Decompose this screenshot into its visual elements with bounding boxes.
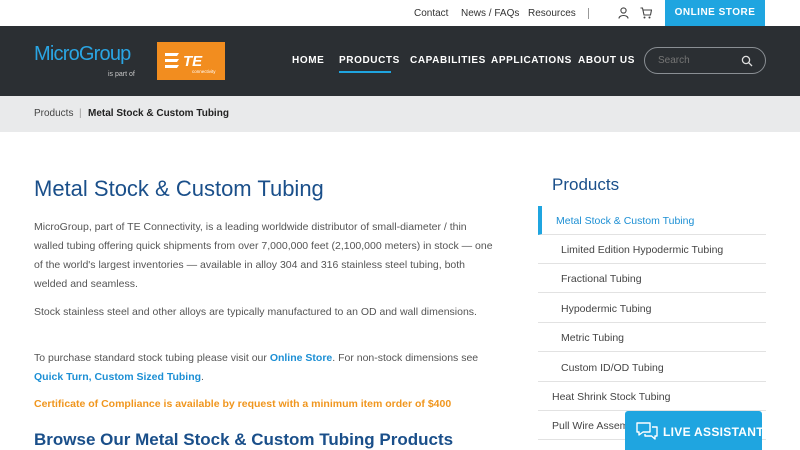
purchase-paragraph: To purchase standard stock tubing please… xyxy=(34,349,494,387)
nav-home[interactable]: HOME xyxy=(292,55,324,66)
nav-about-us[interactable]: ABOUT US xyxy=(578,55,635,66)
purchase-text-2: . For non-stock dimensions see xyxy=(332,352,479,364)
sidebar-item-label: Limited Edition Hypodermic Tubing xyxy=(561,244,724,256)
sidebar-item-heat-shrink[interactable]: Heat Shrink Stock Tubing xyxy=(538,382,766,411)
intro-paragraph: MicroGroup, part of TE Connectivity, is … xyxy=(34,221,493,290)
utility-bar: Contact News / FAQs Resources ONLINE STO… xyxy=(0,0,800,26)
purchase-text-3: . xyxy=(201,371,204,383)
te-mark: TE xyxy=(183,53,203,70)
te-sub: connectivity xyxy=(192,69,216,74)
live-assistant-label: LIVE ASSISTANT xyxy=(663,425,764,439)
utility-divider xyxy=(588,8,589,19)
nav-active-indicator xyxy=(339,71,391,73)
sidebar-title: Products xyxy=(552,175,620,194)
contact-link[interactable]: Contact xyxy=(414,8,448,19)
page: Contact News / FAQs Resources ONLINE STO… xyxy=(0,0,800,450)
resources-link[interactable]: Resources xyxy=(528,8,576,19)
alloys-paragraph: Stock stainless steel and other alloys a… xyxy=(34,306,477,318)
live-assistant-button[interactable]: LIVE ASSISTANT xyxy=(625,411,764,450)
search-input[interactable] xyxy=(658,55,738,66)
breadcrumb-current: Metal Stock & Custom Tubing xyxy=(88,108,229,119)
breadcrumb-separator: | xyxy=(79,108,82,119)
nav-capabilities[interactable]: CAPABILITIES xyxy=(410,55,486,66)
search-box xyxy=(644,47,766,74)
news-faqs-link[interactable]: News / FAQs xyxy=(461,8,519,19)
cart-icon[interactable] xyxy=(640,6,653,24)
page-title: Metal Stock & Custom Tubing xyxy=(34,176,324,201)
sidebar-item-limited-edition[interactable]: Limited Edition Hypodermic Tubing xyxy=(538,235,766,264)
user-icon[interactable] xyxy=(618,6,629,24)
browse-heading: Browse Our Metal Stock & Custom Tubing P… xyxy=(34,430,454,449)
breadcrumb: Products | Metal Stock & Custom Tubing xyxy=(0,96,800,132)
brand-name: MicroGroup xyxy=(34,43,131,65)
te-connectivity-logo[interactable]: TE connectivity xyxy=(157,42,225,80)
sidebar-item-label: Custom ID/OD Tubing xyxy=(561,362,664,374)
sidebar-item-hypodermic[interactable]: Hypodermic Tubing xyxy=(538,294,766,323)
purchase-text-1: To purchase standard stock tubing please… xyxy=(34,352,270,364)
sidebar-item-metric[interactable]: Metric Tubing xyxy=(538,323,766,352)
chat-bubbles-icon xyxy=(635,421,659,446)
online-store-button[interactable]: ONLINE STORE xyxy=(665,0,765,26)
sidebar-item-label: Metric Tubing xyxy=(561,332,625,344)
main-header: MicroGroup is part of TE connectivity HO… xyxy=(0,26,800,96)
sidebar-item-label: Heat Shrink Stock Tubing xyxy=(552,391,671,403)
breadcrumb-products[interactable]: Products xyxy=(34,108,73,119)
search-icon[interactable] xyxy=(741,54,753,72)
certificate-note: Certificate of Compliance is available b… xyxy=(34,398,452,410)
online-store-link[interactable]: Online Store xyxy=(270,352,332,364)
nav-products[interactable]: PRODUCTS xyxy=(339,55,400,66)
quick-turn-link[interactable]: Quick Turn, Custom Sized Tubing xyxy=(34,371,201,383)
sidebar-item-custom-id-od[interactable]: Custom ID/OD Tubing xyxy=(538,353,766,382)
sidebar-item-fractional[interactable]: Fractional Tubing xyxy=(538,264,766,293)
brand-tagline: is part of xyxy=(108,71,135,78)
sidebar-item-label: Hypodermic Tubing xyxy=(561,303,652,315)
sidebar-item-label: Metal Stock & Custom Tubing xyxy=(556,215,695,227)
nav-applications[interactable]: APPLICATIONS xyxy=(491,55,572,66)
microgroup-logo[interactable]: MicroGroup is part of xyxy=(34,43,135,78)
sidebar-item-label: Fractional Tubing xyxy=(561,273,642,285)
sidebar-item-metal-stock[interactable]: Metal Stock & Custom Tubing xyxy=(538,206,766,235)
